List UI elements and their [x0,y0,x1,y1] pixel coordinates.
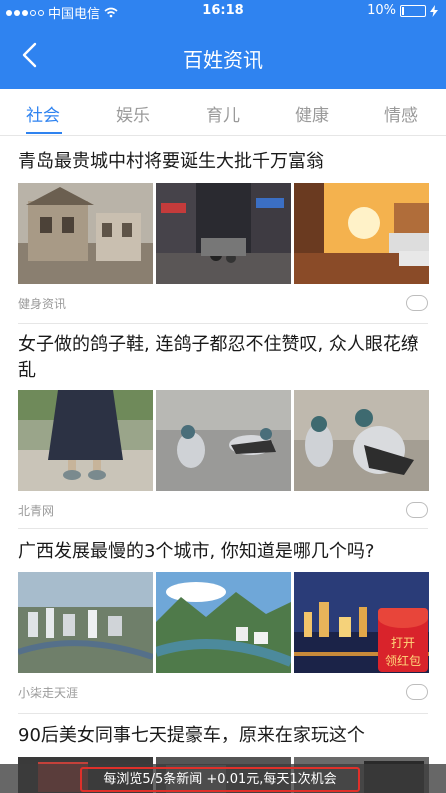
tab-parenting[interactable]: 育儿 [206,101,240,126]
reward-banner: 每浏览5/5条新闻 +0.01元,每天1次机会 [0,764,446,793]
red-packet-button[interactable]: 打开 领红包 [378,608,428,672]
page-title: 百姓资讯 [183,48,263,72]
tab-society[interactable]: 社会 [26,101,60,126]
active-tab-indicator [26,132,62,134]
category-tabs: 社会 娱乐 育儿 健康 情感 [0,89,446,136]
news-image[interactable] [294,390,429,491]
status-right: 10% [367,3,438,18]
reward-banner-text[interactable]: 每浏览5/5条新闻 +0.01元,每天1次机会 [80,767,360,792]
news-title[interactable]: 90后美女同事七天提豪车，原来在家玩这个 [18,723,430,749]
dismiss-icon[interactable] [406,295,428,311]
news-source: 北青网 [18,504,55,518]
news-title[interactable]: 青岛最贵城中村将要诞生大批千万富翁 [18,149,430,175]
news-title[interactable]: 女子做的鸽子鞋, 连鸽子都忍不住赞叹, 众人眼花缭乱 [18,332,430,384]
news-image[interactable] [156,183,291,284]
nav-bar: 百姓资讯 [0,22,446,89]
tab-emotion[interactable]: 情感 [384,101,418,126]
charging-icon [430,4,438,17]
news-title[interactable]: 广西发展最慢的3个城市, 你知道是哪几个吗? [18,539,430,565]
red-packet-label: 打开 [390,636,415,650]
news-image[interactable] [18,183,153,284]
battery-percent: 10% [367,3,396,18]
divider [18,323,428,324]
news-image[interactable] [18,390,153,491]
news-image[interactable] [156,390,291,491]
divider [18,713,428,714]
red-packet-label: 领红包 [384,654,421,668]
dismiss-icon[interactable] [406,502,428,518]
tab-health[interactable]: 健康 [295,101,329,126]
news-image[interactable] [18,572,153,673]
dismiss-icon[interactable] [406,684,428,700]
battery-icon [400,4,426,17]
news-image[interactable] [294,183,429,284]
news-source: 健身资讯 [18,297,67,311]
status-bar: 中国电信 16:18 10% [0,0,446,22]
tab-entertainment[interactable]: 娱乐 [116,101,150,126]
red-packet-icon [378,608,428,628]
news-source: 小柒走天涯 [18,686,79,700]
news-image[interactable] [156,572,291,673]
divider [18,528,428,529]
